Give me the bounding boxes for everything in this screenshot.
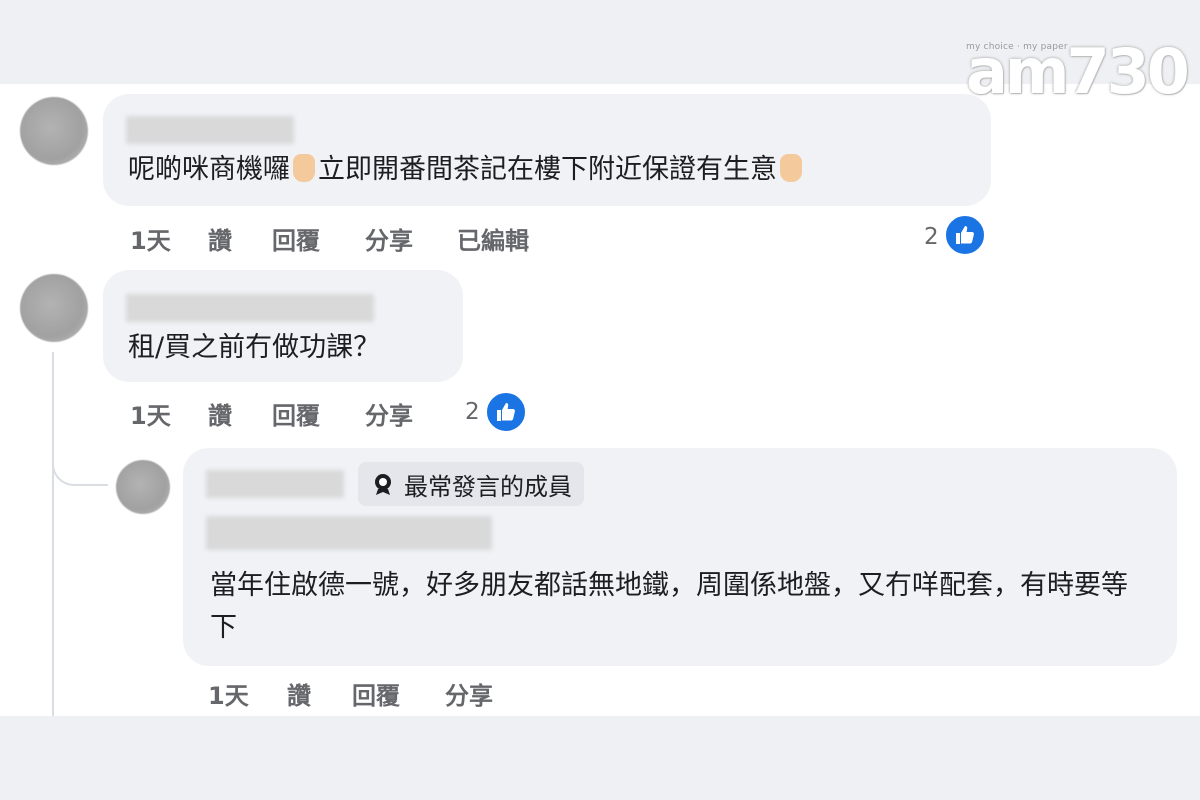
comment-time[interactable]: 1天	[130, 396, 171, 431]
logo-wordmark: am730	[966, 35, 1190, 108]
like-button[interactable]: 讚	[208, 396, 232, 431]
comment-text-part: 立即開番間茶記在樓下附近保證有生意	[318, 154, 777, 185]
thread-connector	[52, 440, 108, 486]
thread-line	[52, 352, 54, 716]
reaction-count[interactable]: 2	[465, 399, 480, 425]
avatar[interactable]	[20, 97, 88, 165]
top-contributor-badge[interactable]: 最常發言的成員	[358, 462, 584, 506]
commenter-name-blurred[interactable]	[126, 116, 294, 144]
like-reaction-icon[interactable]	[485, 391, 527, 433]
commenter-name-blurred[interactable]	[126, 294, 374, 322]
like-reaction-icon[interactable]	[944, 214, 986, 256]
bottom-band	[0, 716, 1200, 800]
comment-time[interactable]: 1天	[130, 221, 171, 256]
comment-text-part: 呢啲咪商機囉	[128, 154, 290, 185]
award-icon	[375, 474, 391, 495]
edited-label[interactable]: 已編輯	[457, 221, 529, 256]
share-button[interactable]: 分享	[445, 676, 493, 711]
reply-button[interactable]: 回覆	[272, 396, 320, 431]
reaction-count[interactable]: 2	[924, 224, 939, 250]
share-button[interactable]: 分享	[365, 396, 413, 431]
reply-button[interactable]: 回覆	[272, 221, 320, 256]
comment-text: 呢啲咪商機囉 立即開番間茶記在樓下附近保證有生意	[128, 150, 805, 190]
am730-logo: my choice · my paper am730	[962, 28, 1190, 112]
like-button[interactable]: 讚	[287, 676, 311, 711]
reply-time[interactable]: 1天	[208, 676, 249, 711]
avatar[interactable]	[116, 460, 170, 514]
thumb-emoji-icon	[293, 154, 315, 182]
victory-hand-emoji-icon	[780, 154, 802, 182]
reply-button[interactable]: 回覆	[352, 676, 400, 711]
reply-author-name-blurred[interactable]	[206, 470, 344, 498]
comment-text: 租/買之前冇做功課？	[128, 332, 381, 363]
badge-label: 最常發言的成員	[404, 472, 572, 501]
reply-mention-blurred[interactable]	[206, 516, 492, 550]
share-button[interactable]: 分享	[365, 221, 413, 256]
avatar[interactable]	[20, 274, 88, 342]
reply-text: 當年住啟德一號，好多朋友都話無地鐵，周圍係地盤，又冇咩配套，有時要等下	[210, 570, 1128, 643]
like-button[interactable]: 讚	[208, 221, 232, 256]
